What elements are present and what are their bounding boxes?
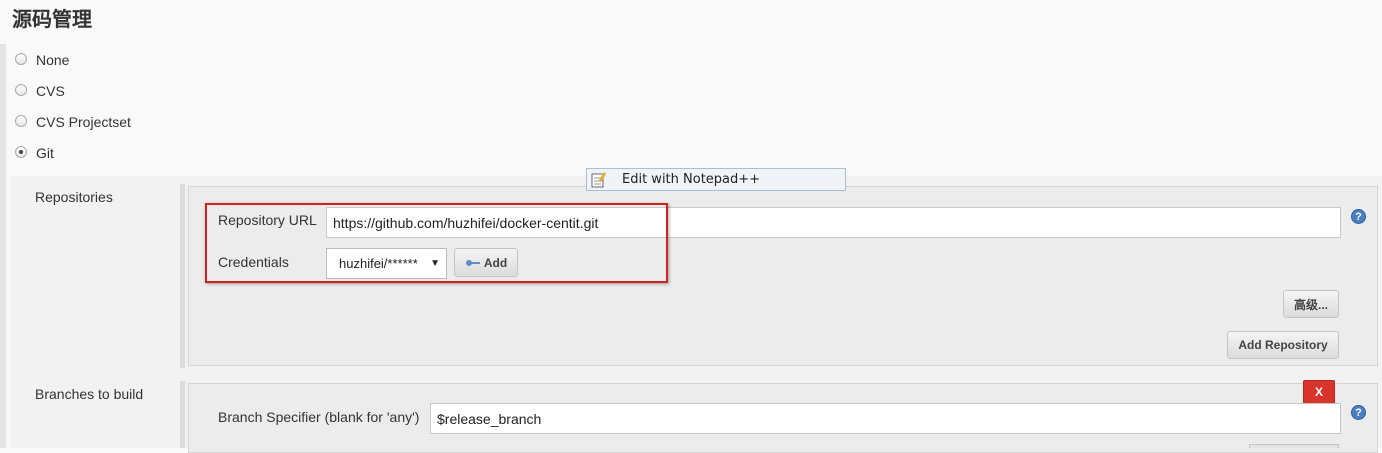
add-repository-button[interactable]: Add Repository — [1227, 331, 1339, 359]
scm-option-label: Git — [36, 145, 54, 161]
context-menu-label: Edit with Notepad++ — [622, 172, 761, 187]
scm-option-label: None — [36, 52, 70, 68]
scm-option-git[interactable]: Git — [15, 143, 54, 163]
repositories-label: Repositories — [35, 189, 113, 205]
help-icon[interactable]: ? — [1351, 209, 1366, 224]
radio-cvs-projectset[interactable] — [15, 114, 27, 127]
partial-button[interactable] — [1249, 444, 1339, 448]
branches-label: Branches to build — [35, 386, 144, 402]
scm-option-none[interactable]: None — [15, 50, 69, 70]
context-menu-item[interactable]: Edit with Notepad++ — [586, 168, 846, 191]
scm-option-label: CVS Projectset — [36, 114, 131, 130]
branch-specifier-label: Branch Specifier (blank for 'any') — [218, 409, 420, 425]
delete-branch-button[interactable]: X — [1303, 380, 1335, 404]
advanced-button[interactable]: 高级... — [1283, 290, 1339, 318]
scm-option-label: CVS — [36, 83, 65, 99]
notepad-icon — [591, 171, 607, 187]
radio-git[interactable] — [15, 145, 27, 158]
radio-cvs[interactable] — [15, 83, 27, 96]
repositories-indent-bar — [180, 184, 185, 368]
highlight-annotation — [205, 203, 668, 283]
radio-none[interactable] — [15, 52, 27, 65]
help-icon[interactable]: ? — [1351, 405, 1366, 420]
scm-option-cvs[interactable]: CVS — [15, 81, 65, 101]
branches-indent-bar — [180, 381, 185, 448]
scm-option-cvs-projectset[interactable]: CVS Projectset — [15, 112, 131, 132]
section-indent-bar — [0, 44, 6, 448]
branch-specifier-input[interactable]: $release_branch — [430, 403, 1341, 434]
section-title: 源码管理 — [12, 7, 92, 31]
